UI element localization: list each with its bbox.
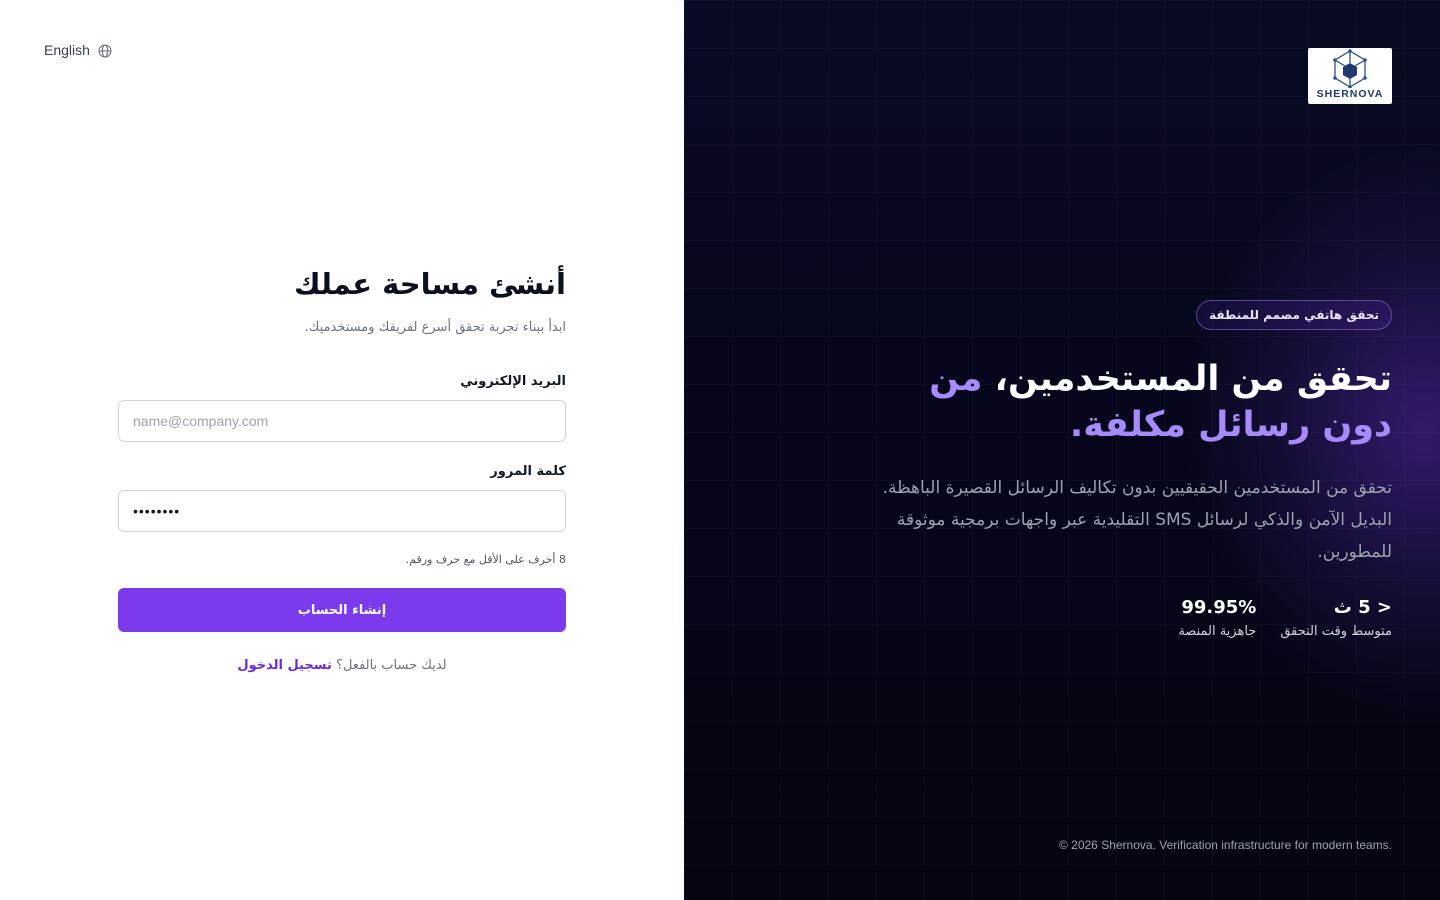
language-label[interactable]: English (44, 42, 90, 58)
page-subtitle: ابدأ ببناء تجربة تحقق أسرع لفريقك ومستخد… (304, 320, 566, 335)
hero-content: تحقق هاتفي مصمم للمنطقة تحقق من المستخدم… (852, 300, 1392, 642)
language-switch[interactable]: English (44, 40, 112, 60)
login-link[interactable]: تسجيل الدخول (237, 658, 332, 673)
create-account-button[interactable]: إنشاء الحساب (118, 588, 566, 632)
cube-logo-icon (1333, 49, 1367, 88)
login-prompt-text: لديك حساب بالفعل؟ (336, 658, 447, 673)
stat-value: 99.95% (1181, 597, 1257, 618)
email-label: البريد الإلكتروني (460, 374, 566, 389)
region-badge: تحقق هاتفي مصمم للمنطقة (1196, 300, 1392, 330)
stats-row: < 5 ث متوسط وقت التحقق 99.95% جاهزية الم… (852, 596, 1392, 642)
hero-panel: SHERNOVA تحقق هاتفي مصمم للمنطقة تحقق من… (684, 0, 1440, 900)
brand-logo: SHERNOVA (1308, 48, 1392, 104)
footer-copyright: © 2026 Shernova. Verification infrastruc… (1058, 838, 1392, 852)
headline-main: تحقق من المستخدمين، (994, 359, 1392, 399)
password-hint: 8 أحرف على الأقل مع حرف ورقم. (405, 553, 566, 566)
hero-description: تحقق من المستخدمين الحقيقيين بدون تكاليف… (882, 478, 1392, 562)
stat-label: جاهزية المنصة (1178, 624, 1257, 639)
stat-value: < 5 ث (1333, 597, 1392, 618)
stat-label: متوسط وقت التحقق (1280, 624, 1392, 639)
signup-form: أنشئ مساحة عملك ابدأ ببناء تجربة تحقق أس… (118, 262, 566, 676)
hero-headline: تحقق من المستخدمين، من دون رسائل مكلفة. (852, 356, 1392, 448)
email-field[interactable] (118, 400, 566, 442)
stat-verification-time: < 5 ث متوسط وقت التحقق (1280, 596, 1392, 642)
signup-panel: English أنشئ مساحة عملك ابدأ ببناء تجربة… (0, 0, 684, 900)
logo-wordmark: SHERNOVA (1316, 88, 1384, 100)
globe-icon[interactable] (98, 43, 112, 58)
password-field[interactable] (118, 490, 566, 532)
stat-uptime: 99.95% جاهزية المنصة (1178, 596, 1256, 642)
page-title: أنشئ مساحة عملك (293, 267, 566, 301)
password-label: كلمة المرور (490, 464, 566, 479)
login-prompt-row: لديك حساب بالفعل؟ تسجيل الدخول (118, 656, 566, 676)
